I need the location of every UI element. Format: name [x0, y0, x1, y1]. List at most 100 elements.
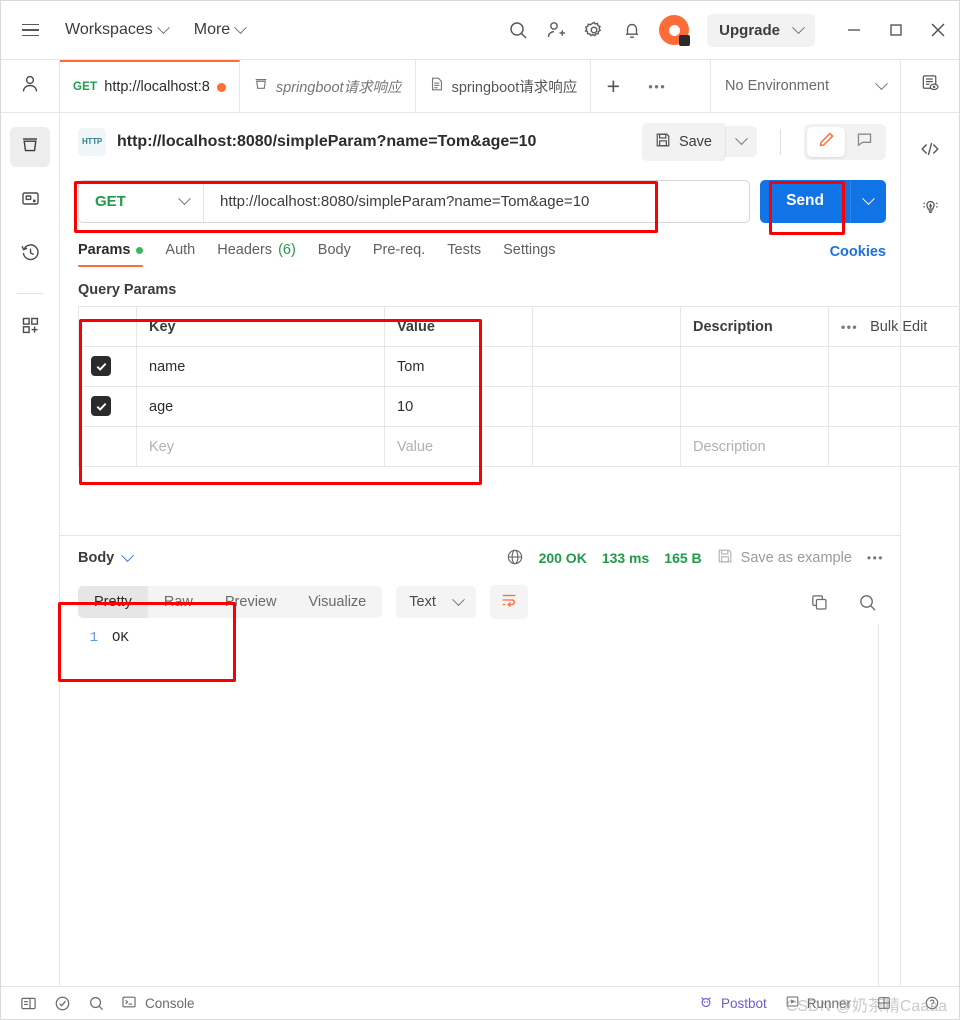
- response-tab-raw[interactable]: Raw: [148, 586, 209, 618]
- workspaces-label: Workspaces: [65, 21, 153, 38]
- request-tab-0-title: http://localhost:8: [104, 79, 210, 95]
- tab-auth-label: Auth: [165, 242, 196, 258]
- search-icon[interactable]: [501, 13, 535, 47]
- postbot-button[interactable]: [910, 189, 950, 229]
- search-icon[interactable]: [850, 585, 884, 619]
- check-circle-icon[interactable]: [47, 990, 77, 1016]
- tab-body[interactable]: Body: [307, 233, 362, 271]
- row-0-key[interactable]: name: [136, 346, 385, 387]
- layout-icon[interactable]: [869, 990, 899, 1016]
- bell-icon[interactable]: [615, 13, 649, 47]
- row-new-key[interactable]: Key: [136, 426, 385, 467]
- gear-icon[interactable]: [577, 13, 611, 47]
- save-button-group: Save: [641, 122, 757, 161]
- row-new-description[interactable]: Description: [680, 426, 829, 467]
- send-button[interactable]: Send: [760, 179, 850, 223]
- params-more-icon[interactable]: •••: [841, 320, 858, 334]
- sidebar-item-collections[interactable]: [10, 127, 50, 167]
- tab-tests[interactable]: Tests: [436, 233, 492, 271]
- tab-options-button[interactable]: •••: [635, 60, 679, 112]
- status-bar: Console Postbot Runner: [1, 986, 959, 1019]
- row-0-checkbox[interactable]: [91, 356, 111, 377]
- response-tab-pretty[interactable]: Pretty: [78, 586, 148, 618]
- row-0-description[interactable]: [680, 346, 829, 387]
- postbot-footer-button[interactable]: Postbot: [698, 994, 767, 1013]
- request-tab-1-title: springboot请求响应: [275, 79, 402, 96]
- row-1-description[interactable]: [680, 386, 829, 427]
- tab-auth[interactable]: Auth: [154, 233, 206, 271]
- postbot-icon: [698, 994, 714, 1013]
- code-line-1: 1 OK: [60, 624, 900, 646]
- row-new-value[interactable]: Value: [384, 426, 533, 467]
- bulk-edit-button[interactable]: Bulk Edit: [870, 319, 927, 335]
- response-body-content: 1 OK: [60, 624, 900, 986]
- sidebar-profile[interactable]: [1, 60, 59, 113]
- collections-icon: [19, 134, 41, 161]
- row-1-blank: [532, 386, 681, 427]
- invite-user-icon[interactable]: [539, 13, 573, 47]
- response-tab-visualize[interactable]: Visualize: [292, 586, 382, 618]
- help-icon[interactable]: [917, 990, 947, 1016]
- environment-quick-look-button[interactable]: [901, 60, 959, 113]
- copy-icon[interactable]: [802, 585, 836, 619]
- send-dropdown-button[interactable]: [850, 179, 886, 223]
- request-tab-2[interactable]: springboot请求响应: [416, 60, 592, 112]
- find-icon[interactable]: [81, 990, 111, 1016]
- response-tab-preview[interactable]: Preview: [209, 586, 293, 618]
- runner-button[interactable]: Runner: [785, 994, 851, 1012]
- save-dropdown-button[interactable]: [725, 126, 757, 157]
- row-1-checkbox[interactable]: [91, 396, 111, 417]
- line-number: 1: [89, 630, 98, 646]
- row-1-key[interactable]: age: [136, 386, 385, 427]
- response-header: Body 200 OK 133 ms 165 B Save as example…: [60, 536, 900, 580]
- response-format-label: Text: [409, 594, 436, 610]
- tab-headers[interactable]: Headers (6): [206, 233, 307, 271]
- request-tab-0[interactable]: GET http://localhost:8: [60, 60, 240, 112]
- maximize-button[interactable]: [875, 10, 917, 50]
- table-row-placeholder: Key Value Description: [78, 426, 960, 467]
- hamburger-icon[interactable]: [13, 13, 47, 47]
- edit-mode-button[interactable]: [807, 126, 845, 157]
- tab-prerequest[interactable]: Pre-req.: [362, 233, 436, 271]
- tab-params[interactable]: Params: [78, 233, 154, 271]
- page-title: http://localhost:8080/simpleParam?name=T…: [117, 132, 537, 150]
- save-button[interactable]: Save: [641, 122, 725, 161]
- response-more-icon[interactable]: •••: [867, 551, 884, 565]
- more-menu[interactable]: More: [186, 15, 253, 45]
- save-as-example-button[interactable]: Save as example: [717, 548, 852, 568]
- row-0-value[interactable]: Tom: [384, 346, 533, 387]
- response-format-selector[interactable]: Text: [396, 586, 476, 618]
- response-body-selector[interactable]: Body: [78, 548, 135, 566]
- tab-settings[interactable]: Settings: [492, 233, 566, 271]
- comment-button[interactable]: [845, 127, 883, 157]
- environment-selector[interactable]: No Environment: [711, 76, 900, 94]
- minimize-button[interactable]: [833, 10, 875, 50]
- request-tab-1[interactable]: springboot请求响应: [240, 60, 416, 112]
- url-input[interactable]: [204, 180, 750, 222]
- row-1-value[interactable]: 10: [384, 386, 533, 427]
- app-header: Workspaces More Upgrade: [1, 1, 959, 60]
- view-mode-toggle: [804, 123, 886, 160]
- new-tab-button[interactable]: +: [591, 60, 635, 112]
- upgrade-button[interactable]: Upgrade: [707, 13, 815, 47]
- workspaces-menu[interactable]: Workspaces: [57, 15, 176, 45]
- status-badge: 200 OK: [538, 550, 587, 566]
- floppy-disk-icon: [655, 132, 671, 152]
- wrap-lines-button[interactable]: [489, 585, 528, 619]
- method-selector[interactable]: GET: [79, 180, 204, 222]
- postman-window: Workspaces More Upgrade GET http://local…: [0, 0, 960, 1020]
- th-actions: ••• Bulk Edit: [828, 306, 960, 347]
- unsaved-dot-icon: [216, 82, 226, 92]
- response-stats: 200 OK 133 ms 165 B Save as example •••: [506, 548, 884, 569]
- console-button[interactable]: Console: [121, 994, 195, 1013]
- table-row: age 10: [78, 386, 960, 427]
- sidebar-item-apis[interactable]: [10, 181, 50, 221]
- code-snippet-button[interactable]: [910, 131, 950, 171]
- sidebar-item-history[interactable]: [10, 235, 50, 275]
- cookies-link[interactable]: Cookies: [830, 244, 886, 260]
- sidebar-toggle-icon[interactable]: [13, 990, 43, 1016]
- close-button[interactable]: [917, 10, 959, 50]
- runner-label: Runner: [806, 995, 851, 1011]
- postman-avatar-icon[interactable]: [659, 15, 691, 46]
- sidebar-item-new[interactable]: [10, 308, 50, 348]
